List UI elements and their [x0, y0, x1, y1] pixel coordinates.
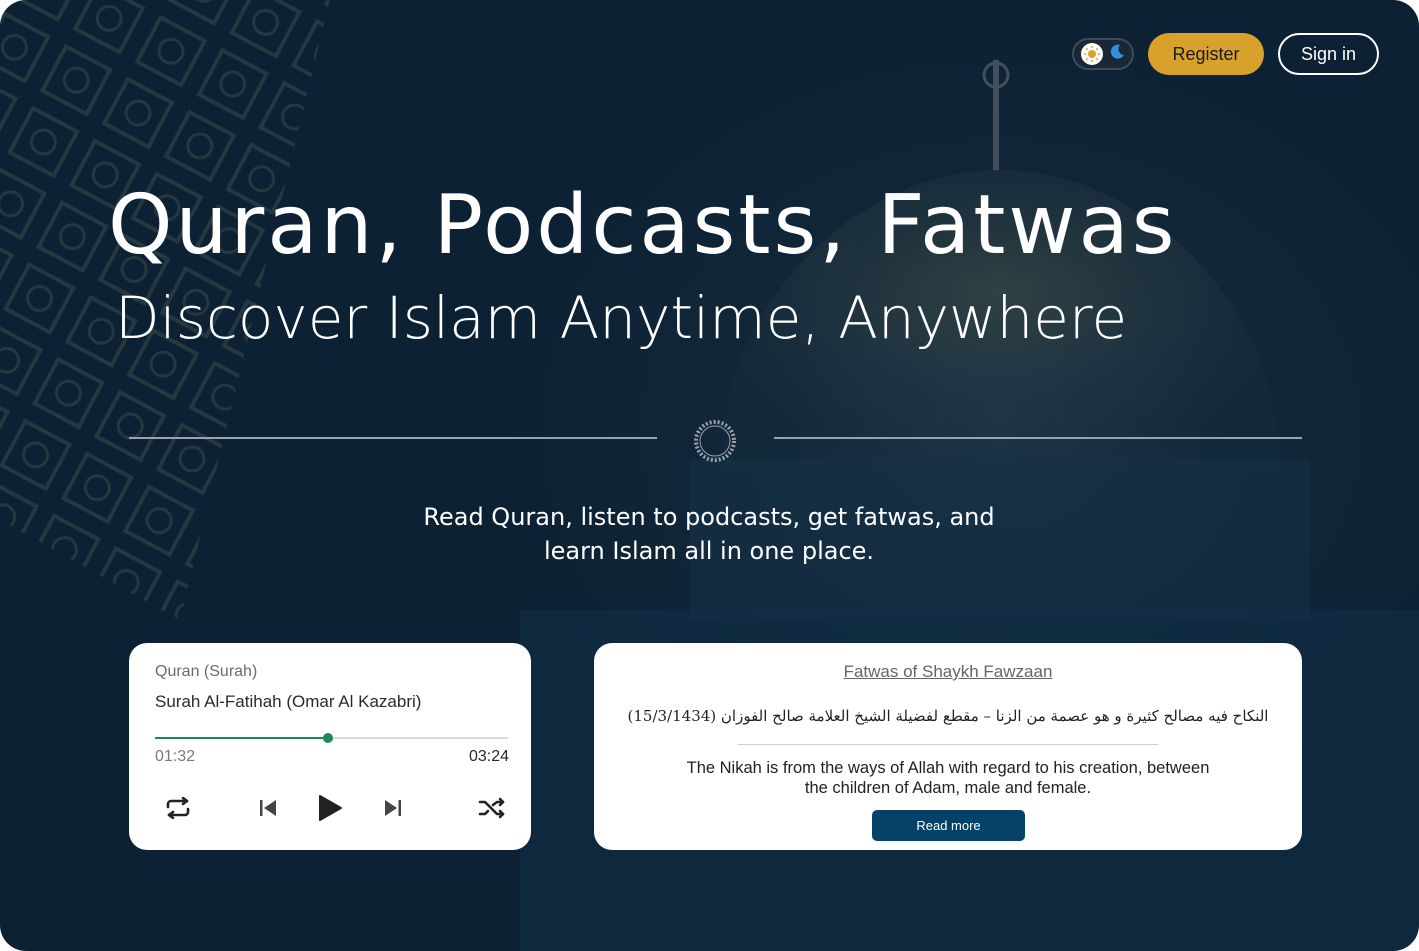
fatwa-card: Fatwas of Shaykh Fawzaan النكاح فيه مصال… [594, 643, 1302, 850]
hero-section: Register Sign in Quran, Podcasts, Fatwas… [0, 0, 1419, 951]
signin-button[interactable]: Sign in [1278, 33, 1379, 75]
current-time: 01:32 [155, 748, 196, 765]
ornament-icon [694, 420, 736, 462]
top-bar: Register Sign in [1072, 33, 1379, 75]
sun-icon [1080, 43, 1103, 65]
shuffle-icon[interactable] [477, 793, 507, 823]
hero-subtitle: Discover Islam Anytime, Anywhere [115, 284, 1128, 352]
fatwa-arabic-title: النكاح فيه مصالح كثيرة و هو عصمة من الزن… [627, 707, 1269, 725]
divider-line-left [129, 437, 657, 439]
play-icon[interactable] [315, 793, 345, 823]
audio-player-card: Quran (Surah) Surah Al-Fatihah (Omar Al … [129, 643, 531, 850]
fatwa-separator [738, 744, 1158, 745]
divider-line-right [774, 437, 1302, 439]
progress-knob[interactable] [322, 733, 333, 743]
progress-fill [155, 737, 328, 739]
player-track-title: Surah Al-Fatihah (Omar Al Kazabri) [155, 692, 422, 711]
fatwa-source-link[interactable]: Fatwas of Shaykh Fawzaan [594, 662, 1302, 682]
player-category: Quran (Surah) [155, 663, 258, 680]
theme-toggle[interactable] [1072, 38, 1134, 70]
repeat-icon[interactable] [163, 793, 193, 823]
hero-title: Quran, Podcasts, Fatwas [108, 178, 1178, 273]
read-more-button[interactable]: Read more [872, 810, 1025, 841]
previous-icon[interactable] [253, 793, 283, 823]
register-button[interactable]: Register [1148, 33, 1264, 75]
next-icon[interactable] [378, 793, 408, 823]
moon-icon [1108, 43, 1126, 65]
progress-bar[interactable] [155, 733, 508, 743]
fatwa-excerpt: The Nikah is from the ways of Allah with… [686, 759, 1210, 797]
total-time: 03:24 [468, 748, 509, 765]
hero-description: Read Quran, listen to podcasts, get fatw… [423, 503, 995, 565]
